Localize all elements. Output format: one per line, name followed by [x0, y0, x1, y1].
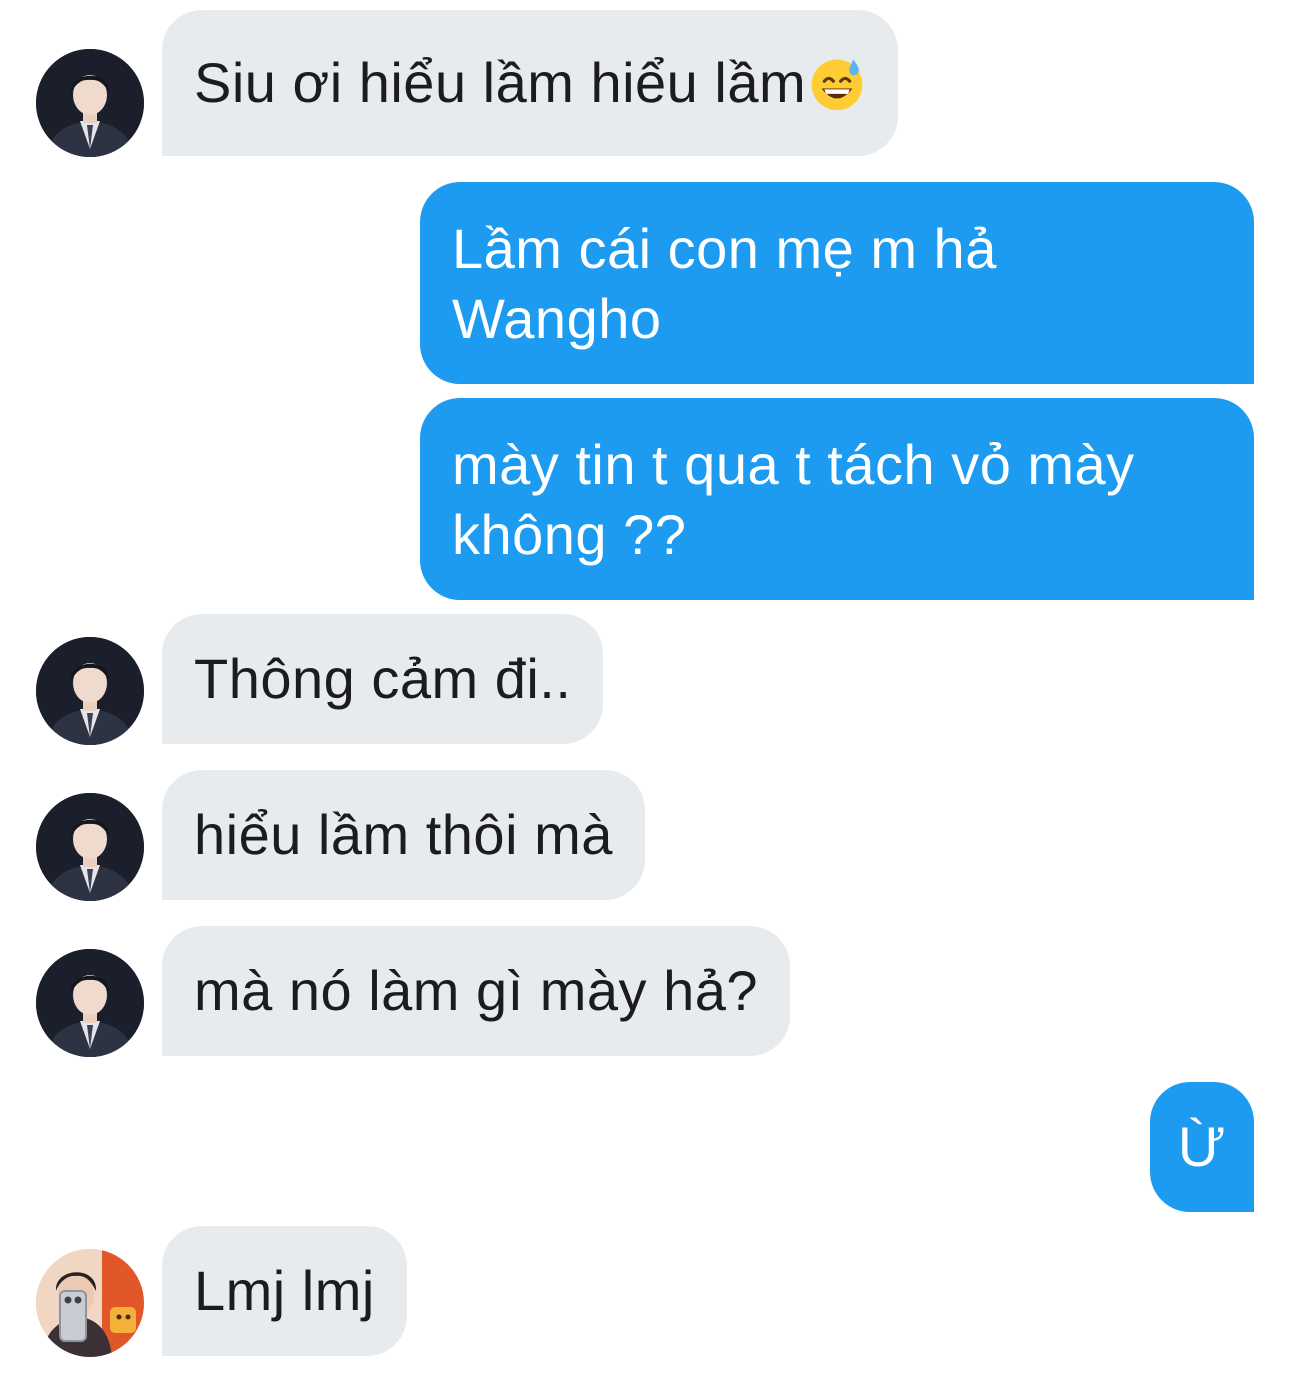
message-bubble-incoming[interactable]: Siu ơi hiểu lầm hiểu lầm	[162, 10, 899, 156]
message-bubble-outgoing[interactable]: mày tin t qua t tách vỏ mày không ??	[420, 398, 1254, 600]
suit-portrait-avatar-icon	[36, 637, 144, 745]
avatar[interactable]	[36, 637, 144, 745]
message-bubble-incoming[interactable]: mà nó làm gì mày hả?	[162, 926, 791, 1056]
message-bubble-incoming[interactable]: Lmj lmj	[162, 1226, 407, 1356]
suit-portrait-avatar-icon	[36, 793, 144, 901]
suit-portrait-avatar-icon	[36, 949, 144, 1057]
avatar[interactable]	[36, 793, 144, 901]
message-bubble-outgoing[interactable]: Lầm cái con mẹ m hả Wangho	[420, 182, 1254, 384]
message-text: Ừ	[1177, 1115, 1227, 1178]
selfie-phone-avatar-icon	[36, 1249, 144, 1357]
message-text: Siu ơi hiểu lầm hiểu lầm	[194, 51, 807, 114]
message-text-line: Wangho	[452, 287, 662, 350]
suit-portrait-avatar-icon	[36, 49, 144, 157]
grinning-face-with-sweat-emoji-icon	[808, 54, 866, 112]
message-text: mà nó làm gì mày hả?	[194, 959, 759, 1022]
message-bubble-outgoing[interactable]: Ừ	[1150, 1082, 1254, 1212]
message-text-line: Lầm cái con mẹ m hả	[452, 217, 997, 280]
avatar[interactable]	[36, 949, 144, 1057]
message-text: hiểu lầm thôi mà	[194, 803, 613, 866]
message-text-line: không ??	[452, 503, 687, 566]
message-text: Lmj lmj	[194, 1259, 375, 1322]
avatar[interactable]	[36, 49, 144, 157]
message-bubble-incoming[interactable]: Thông cảm đi..	[162, 614, 604, 744]
message-text: Thông cảm đi..	[194, 647, 572, 710]
avatar[interactable]	[36, 1249, 144, 1357]
message-text-line: mày tin t qua t tách vỏ mày	[452, 433, 1135, 496]
message-bubble-incoming[interactable]: hiểu lầm thôi mà	[162, 770, 645, 900]
